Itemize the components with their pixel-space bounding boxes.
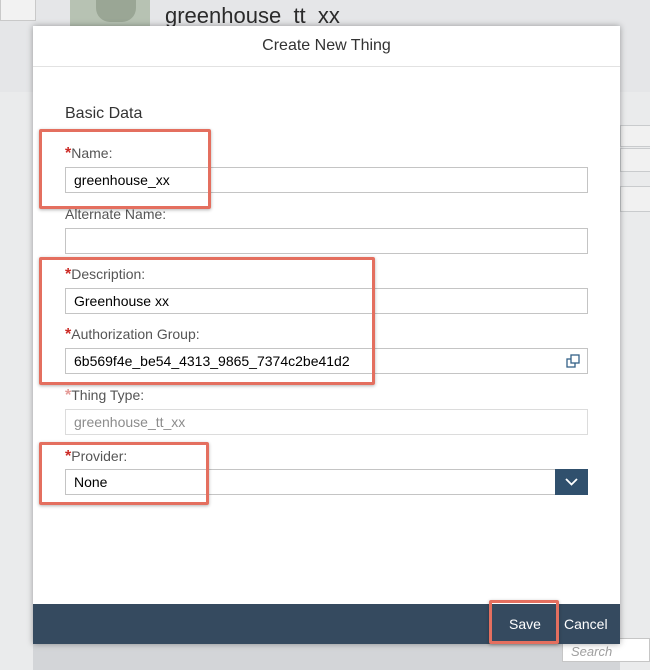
background-row	[620, 125, 650, 147]
thing-type-label: *Thing Type:	[65, 387, 145, 404]
left-panel-background	[0, 92, 33, 670]
thing-type-field: greenhouse_tt_xx	[65, 409, 588, 435]
dialog-title: Create New Thing	[33, 26, 620, 67]
value-help-icon[interactable]	[566, 354, 580, 368]
cancel-button[interactable]: Cancel	[564, 604, 608, 644]
background-row	[620, 186, 650, 212]
chevron-down-icon	[565, 478, 578, 486]
alternate-name-input[interactable]	[74, 229, 579, 253]
right-panel-background	[620, 92, 650, 670]
thing-image-tree	[96, 0, 136, 22]
section-title: Basic Data	[65, 105, 143, 122]
provider-dropdown-button[interactable]	[555, 469, 588, 495]
app-header-button[interactable]	[0, 0, 36, 21]
alternate-name-field[interactable]	[65, 228, 588, 254]
highlight-description-authorization	[39, 257, 375, 385]
background-row	[620, 148, 650, 172]
highlight-save	[489, 600, 559, 644]
highlight-provider	[39, 442, 209, 505]
highlight-name	[39, 129, 211, 209]
